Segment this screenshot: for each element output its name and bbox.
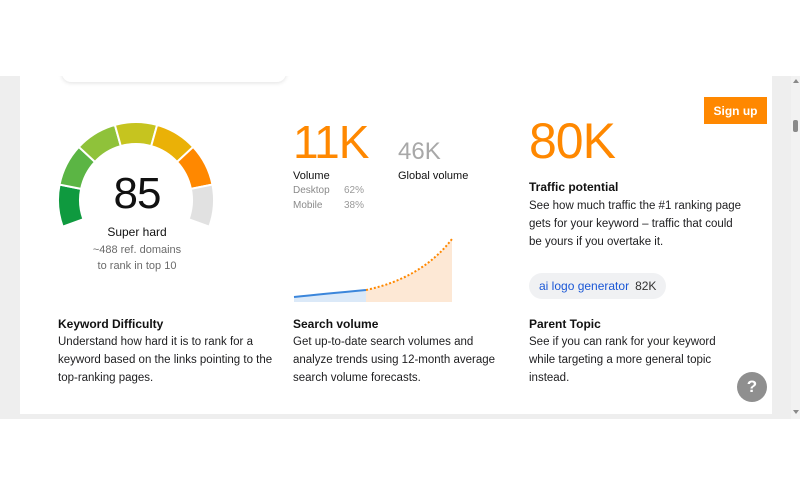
forecast-area: [366, 239, 452, 302]
parent-topic-description: See if you can rank for your keyword whi…: [529, 336, 716, 384]
traffic-potential-title: Traffic potential: [529, 180, 619, 194]
gauge-segment: [187, 183, 215, 228]
search-volume-description: Get up-to-date search volumes and analyz…: [293, 336, 496, 384]
traffic-potential-value: 80K: [529, 113, 616, 169]
mobile-share-row: Mobile 38%: [293, 200, 373, 211]
features-panel: Sign up 85 Super hard ~488 ref. domains …: [20, 76, 772, 414]
parent-topic-chip[interactable]: ai logo generator 82K: [529, 273, 667, 299]
global-volume-label: Global volume: [398, 170, 469, 182]
global-volume-value: 46K: [398, 138, 441, 165]
difficulty-note-line2: to rank in top 10: [97, 260, 177, 272]
gauge-segment: [57, 183, 85, 228]
volume-trend-chart: [293, 238, 453, 302]
keyword-difficulty-title: Keyword Difficulty: [58, 317, 164, 331]
search-bar-edge: [62, 76, 286, 82]
help-button[interactable]: ?: [737, 372, 767, 402]
parent-topic-volume: 82K: [635, 279, 657, 293]
search-volume-label: Volume: [293, 170, 330, 182]
difficulty-note: ~488 ref. domains to rank in top 10: [82, 242, 192, 274]
help-icon: ?: [746, 377, 758, 396]
keyword-difficulty-description: Understand how hard it is to rank for a …: [58, 336, 273, 384]
scroll-up-arrow-icon[interactable]: [793, 79, 799, 83]
parent-topic-keyword[interactable]: ai logo generator: [539, 279, 629, 293]
parent-topic-title: Parent Topic: [529, 317, 601, 331]
scroll-down-arrow-icon[interactable]: [793, 410, 799, 414]
scroll-thumb[interactable]: [793, 120, 798, 132]
desktop-share: 62%: [344, 185, 365, 196]
mobile-share: 38%: [344, 200, 365, 211]
desktop-share-row: Desktop 62%: [293, 185, 373, 196]
mobile-label: Mobile: [293, 200, 323, 211]
difficulty-note-line1: ~488 ref. domains: [92, 244, 182, 256]
gauge-segment: [113, 121, 159, 148]
search-volume-value: 11K: [293, 116, 369, 168]
difficulty-score: 85: [113, 169, 162, 218]
sign-up-button[interactable]: Sign up: [704, 97, 767, 124]
traffic-potential-description: See how much traffic the #1 ranking page…: [529, 200, 742, 248]
scrollbar[interactable]: [791, 76, 800, 419]
desktop-label: Desktop: [293, 185, 330, 196]
difficulty-level: Super hard: [107, 225, 167, 239]
search-volume-title: Search volume: [293, 317, 379, 331]
